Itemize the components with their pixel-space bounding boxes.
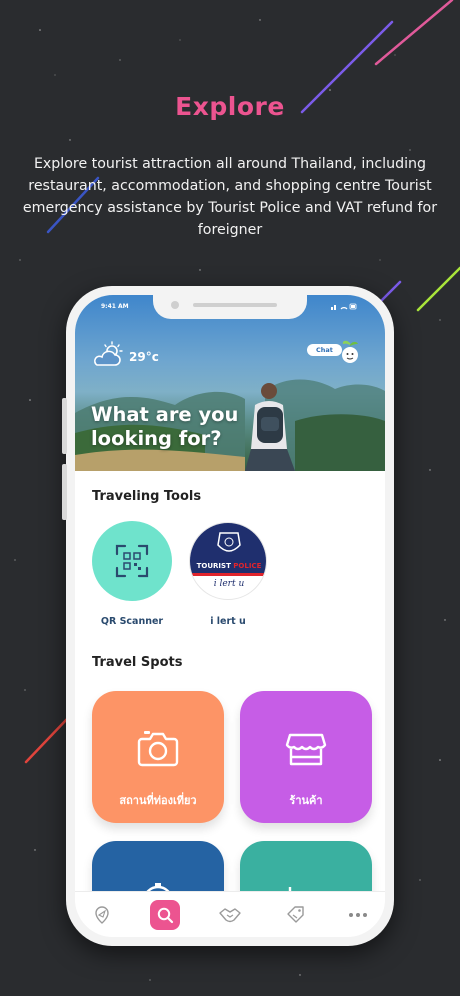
i-lert-u-circle[interactable]: TOURIST POLICE i lert u	[188, 521, 268, 601]
chat-button[interactable]: Chat	[307, 344, 342, 356]
tool-label: QR Scanner	[100, 616, 164, 627]
tool-label: i lert u	[210, 616, 246, 627]
phone-frame: 9:41 AM 29°c Chat What are you looking f…	[62, 286, 394, 946]
badge-text-tourist: TOURIST	[196, 562, 231, 570]
section-title-travel-spots: Travel Spots	[92, 655, 183, 670]
search-icon	[157, 907, 174, 924]
main-content: Traveling Tools QR Scanner TOURIST POLIC…	[75, 471, 385, 891]
map-pin-icon	[95, 906, 109, 924]
tab-search[interactable]	[150, 900, 180, 930]
promo-title: Explore	[175, 92, 285, 121]
store-icon	[285, 733, 327, 766]
volume-button	[62, 398, 67, 454]
tab-map[interactable]	[87, 900, 117, 930]
badge-text-police: POLICE	[233, 562, 262, 570]
spot-accommodation[interactable]	[240, 841, 372, 891]
qr-scanner-icon	[115, 544, 149, 578]
tab-partners[interactable]	[215, 900, 245, 930]
mascot-icon[interactable]	[338, 339, 362, 369]
spot-label: ร้านค้า	[289, 794, 323, 807]
qr-scanner-circle[interactable]	[92, 521, 172, 601]
tool-qr-scanner[interactable]: QR Scanner	[90, 521, 174, 627]
police-shield-icon	[217, 532, 241, 552]
status-time: 9:41 AM	[101, 303, 129, 310]
badge-script: i lert u	[213, 579, 245, 589]
hero-banner: 9:41 AM 29°c Chat What are you looking f…	[75, 295, 385, 471]
phone-notch	[153, 295, 307, 319]
partly-cloudy-icon	[91, 341, 125, 371]
hero-headline: What are you looking for?	[91, 403, 281, 451]
tab-more[interactable]	[343, 900, 373, 930]
tag-icon	[287, 906, 304, 923]
spot-attractions[interactable]: สถานที่ท่องเที่ยว	[92, 691, 224, 823]
tab-bar	[75, 891, 385, 937]
tab-deals[interactable]	[281, 900, 311, 930]
handshake-icon	[219, 908, 241, 923]
volume-button	[62, 464, 67, 520]
promo-description: Explore tourist attraction all around Th…	[22, 156, 438, 238]
status-icons	[331, 303, 357, 313]
temperature: 29°c	[129, 350, 159, 364]
tourist-police-text: TOURIST POLICE	[190, 562, 266, 570]
camera-icon	[137, 731, 179, 767]
hero-headline-line1: What are you	[91, 403, 239, 426]
tourist-police-badge: TOURIST POLICE i lert u	[189, 522, 267, 600]
tool-i-lert-u[interactable]: TOURIST POLICE i lert u i lert u	[186, 521, 270, 627]
app-screen: 9:41 AM 29°c Chat What are you looking f…	[75, 295, 385, 937]
section-title-traveling-tools: Traveling Tools	[92, 489, 202, 504]
more-icon	[349, 913, 367, 917]
compass-icon	[146, 883, 170, 891]
hero-headline-line2: looking for?	[91, 427, 222, 450]
spot-guides[interactable]	[92, 841, 224, 891]
spot-label: สถานที่ท่องเที่ยว	[119, 794, 197, 807]
bed-icon	[288, 887, 292, 891]
spot-shops[interactable]: ร้านค้า	[240, 691, 372, 823]
